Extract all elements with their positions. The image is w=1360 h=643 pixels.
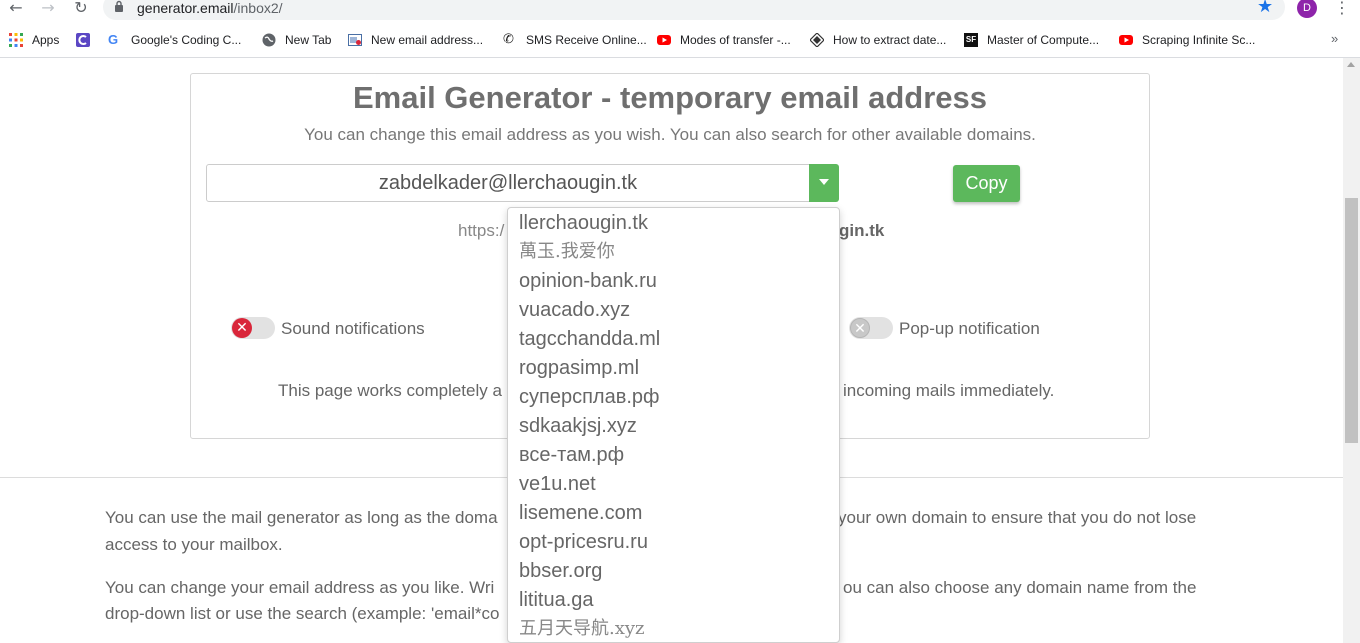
info-paragraph-2-line2: drop-down list or use the search (exampl…	[105, 604, 500, 623]
youtube-icon	[657, 35, 671, 45]
url-host: generator.email	[137, 0, 234, 16]
domain-option[interactable]: llerchaougin.tk	[508, 210, 839, 239]
bookmark-label: Master of Compute...	[987, 33, 1100, 47]
reload-icon[interactable]: ↻	[71, 0, 91, 18]
bookmark-label: Apps	[32, 33, 60, 47]
youtube-icon	[1119, 35, 1133, 45]
bookmark-google-coding[interactable]: G Google's Coding C...	[108, 31, 241, 49]
works-text-right: incoming mails immediately.	[843, 381, 1055, 400]
bookmark-label: Modes of transfer -...	[680, 33, 791, 47]
info-paragraph-1-left: You can use the mail generator as long a…	[105, 508, 498, 527]
bookmarks-overflow-button[interactable]: »	[1331, 31, 1338, 46]
google-icon: G	[108, 32, 119, 47]
domain-option[interactable]: все-там.рф	[508, 442, 839, 471]
info-paragraph-2-right: ou can also choose any domain name from …	[843, 578, 1197, 597]
bookmark-label: New email address...	[371, 33, 484, 47]
info-paragraph-2-left: You can change your email address as you…	[105, 578, 495, 597]
chrome-divider	[0, 57, 1360, 58]
bookmark-label: How to extract date...	[833, 33, 947, 47]
close-icon: ✕	[854, 321, 866, 337]
domain-option[interactable]: tagcchandda.ml	[508, 326, 839, 355]
page-subtitle: You can change this email address as you…	[304, 125, 1036, 144]
inbox-link-prefix[interactable]: https:/	[458, 221, 504, 241]
close-icon: ✕	[236, 320, 248, 336]
inbox-link-suffix[interactable]: gin.tk	[839, 221, 884, 241]
page-title: Email Generator - temporary email addres…	[352, 80, 988, 115]
email-address-input[interactable]: zabdelkader@llerchaougin.tk	[206, 164, 810, 202]
domain-option[interactable]: bbser.org	[508, 558, 839, 587]
url-text[interactable]: generator.email/inbox2/	[137, 0, 283, 16]
bookmark-master-of-compute[interactable]: SF Master of Compute...	[964, 31, 1099, 49]
domain-option[interactable]: opt-pricesru.ru	[508, 529, 839, 558]
domain-options: llerchaougin.tk 萬玉.我爱你 opinion-bank.ru v…	[508, 208, 839, 642]
bookmark-label: New Tab	[285, 33, 332, 47]
caret-down-icon	[819, 179, 829, 185]
coursera-icon	[76, 33, 90, 47]
popup-notification-toggle[interactable]: ✕	[849, 317, 893, 339]
bookmark-apps[interactable]: Apps	[9, 31, 59, 49]
bookmark-label: SMS Receive Online...	[526, 33, 647, 47]
domain-option[interactable]: ve1u.net	[508, 471, 839, 500]
domain-option[interactable]: lisemene.com	[508, 500, 839, 529]
sf-icon: SF	[964, 33, 978, 47]
bookmark-label: Google's Coding C...	[131, 33, 242, 47]
domain-option[interactable]: opinion-bank.ru	[508, 268, 839, 297]
lock-icon	[115, 0, 123, 12]
browser-toolbar: ← → ↻ generator.email/inbox2/ ★ D ⋮	[0, 0, 1360, 22]
url-path: /inbox2/	[233, 0, 283, 16]
info-paragraph-1-right: your own domain to ensure that you do no…	[838, 508, 1197, 527]
diamond-icon	[810, 33, 824, 47]
bookmark-new-tab[interactable]: New Tab	[262, 31, 331, 49]
domain-option[interactable]: sdkaakjsj.xyz	[508, 413, 839, 442]
bookmark-new-email[interactable]: New email address...	[348, 31, 483, 49]
sound-notifications-toggle[interactable]: ✕	[231, 317, 275, 339]
menu-kebab-icon[interactable]: ⋮	[1334, 0, 1350, 17]
bookmark-extract-date[interactable]: How to extract date...	[810, 31, 946, 49]
mail-page-icon	[348, 34, 362, 46]
domain-option[interactable]: rogpasimp.ml	[508, 355, 839, 384]
bookmark-scraping-infinite[interactable]: Scraping Infinite Sc...	[1119, 31, 1255, 49]
apps-grid-icon	[9, 33, 23, 47]
bookmark-modes-of-transfer[interactable]: Modes of transfer -...	[657, 31, 791, 49]
domain-option[interactable]: vuacado.xyz	[508, 297, 839, 326]
profile-avatar[interactable]: D	[1297, 0, 1317, 18]
works-text-left: This page works completely a	[278, 381, 502, 400]
bookmarks-bar: Apps G Google's Coding C... New Tab New …	[0, 27, 1360, 51]
scroll-up-arrow-icon[interactable]	[1347, 62, 1355, 67]
popup-notification-label: Pop-up notification	[899, 319, 1040, 338]
info-paragraph-1-line2: access to your mailbox.	[105, 535, 283, 554]
toggle-off-knob: ✕	[232, 318, 252, 338]
toggle-off-knob: ✕	[850, 318, 870, 338]
copy-button[interactable]: Copy	[953, 165, 1020, 202]
scrollbar-thumb[interactable]	[1345, 198, 1358, 443]
domain-dropdown-button[interactable]	[809, 164, 839, 202]
back-arrow-icon[interactable]: ←	[6, 0, 26, 18]
globe-icon	[262, 33, 276, 47]
bookmark-coursera[interactable]	[76, 31, 99, 49]
bookmark-sms-receive[interactable]: ✆ SMS Receive Online...	[503, 31, 647, 49]
domain-option[interactable]: lititua.ga	[508, 587, 839, 616]
sound-notifications-label: Sound notifications	[281, 319, 425, 338]
domain-dropdown-list[interactable]: llerchaougin.tk 萬玉.我爱你 opinion-bank.ru v…	[507, 207, 840, 643]
phone-icon: ✆	[503, 32, 514, 47]
bookmark-star-icon[interactable]: ★	[1257, 0, 1273, 16]
bookmark-label: Scraping Infinite Sc...	[1142, 33, 1256, 47]
domain-option[interactable]: 萬玉.我爱你	[508, 239, 839, 268]
domain-option[interactable]: 五月天导航.xyz	[508, 616, 839, 642]
domain-option[interactable]: суперсплав.рф	[508, 384, 839, 413]
forward-arrow-icon[interactable]: →	[38, 0, 58, 18]
